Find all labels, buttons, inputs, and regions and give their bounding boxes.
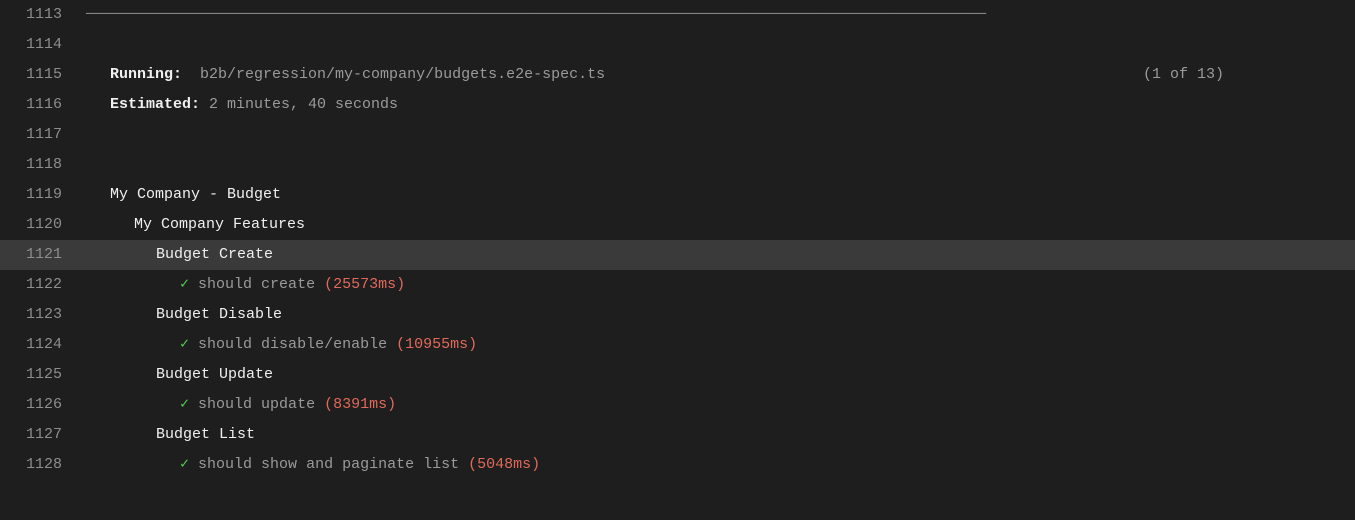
- test-group-title: Budget List: [86, 420, 255, 450]
- line-content: My Company - Budget: [84, 180, 1355, 210]
- line-number: 1119: [0, 180, 84, 210]
- log-line[interactable]: 1124✓ should disable/enable (10955ms): [0, 330, 1355, 360]
- log-line[interactable]: 1125Budget Update: [0, 360, 1355, 390]
- line-number: 1118: [0, 150, 84, 180]
- test-timing: (10955ms): [396, 336, 477, 353]
- checkmark-icon: ✓: [180, 336, 189, 353]
- line-content: ✓ should disable/enable (10955ms): [84, 330, 1355, 360]
- estimated-value: 2 minutes, 40 seconds: [209, 96, 398, 113]
- line-number: 1113: [0, 0, 84, 30]
- log-line[interactable]: 1123Budget Disable: [0, 300, 1355, 330]
- checkmark-icon: ✓: [180, 456, 189, 473]
- test-timing: (8391ms): [324, 396, 396, 413]
- line-content: Budget List: [84, 420, 1355, 450]
- log-line[interactable]: 1113────────────────────────────────────…: [0, 0, 1355, 30]
- line-number: 1128: [0, 450, 84, 480]
- test-timing: (25573ms): [324, 276, 405, 293]
- running-label: Running:: [110, 60, 182, 90]
- line-number: 1124: [0, 330, 84, 360]
- log-line[interactable]: 1119My Company - Budget: [0, 180, 1355, 210]
- log-line[interactable]: 1115Running: b2b/regression/my-company/b…: [0, 60, 1355, 90]
- line-content: ✓ should create (25573ms): [84, 270, 1355, 300]
- line-number: 1117: [0, 120, 84, 150]
- line-content: [84, 150, 1355, 180]
- line-content: Running: b2b/regression/my-company/budge…: [84, 60, 1355, 90]
- checkmark-icon: ✓: [180, 276, 189, 293]
- line-content: ✓ should update (8391ms): [84, 390, 1355, 420]
- line-number: 1115: [0, 60, 84, 90]
- test-description: should disable/enable: [198, 336, 387, 353]
- line-content: My Company Features: [84, 210, 1355, 240]
- line-number: 1114: [0, 30, 84, 60]
- test-description: should update: [198, 396, 315, 413]
- line-number: 1127: [0, 420, 84, 450]
- test-group-title: Budget Create: [86, 240, 273, 270]
- suite-title: My Company - Budget: [86, 180, 281, 210]
- spec-path: b2b/regression/my-company/budgets.e2e-sp…: [182, 60, 1143, 90]
- line-number: 1120: [0, 210, 84, 240]
- log-line[interactable]: 1128✓ should show and paginate list (504…: [0, 450, 1355, 480]
- spec-count: (1 of 13): [1143, 60, 1224, 90]
- line-number: 1125: [0, 360, 84, 390]
- log-viewer: 1113────────────────────────────────────…: [0, 0, 1355, 480]
- line-content: ────────────────────────────────────────…: [84, 0, 1355, 30]
- log-line[interactable]: 1117: [0, 120, 1355, 150]
- line-content: ✓ should show and paginate list (5048ms): [84, 450, 1355, 480]
- log-line[interactable]: 1118: [0, 150, 1355, 180]
- estimated-label: Estimated:: [110, 96, 200, 113]
- test-group-title: Budget Disable: [86, 300, 282, 330]
- line-content: [84, 120, 1355, 150]
- log-line[interactable]: 1127Budget List: [0, 420, 1355, 450]
- horizontal-rule: ────────────────────────────────────────…: [86, 6, 986, 23]
- test-description: should show and paginate list: [198, 456, 459, 473]
- test-description: should create: [198, 276, 315, 293]
- log-line[interactable]: 1121Budget Create: [0, 240, 1355, 270]
- test-group-title: Budget Update: [86, 360, 273, 390]
- line-content: Budget Create: [84, 240, 1355, 270]
- checkmark-icon: ✓: [180, 396, 189, 413]
- log-line[interactable]: 1116Estimated: 2 minutes, 40 seconds: [0, 90, 1355, 120]
- line-number: 1122: [0, 270, 84, 300]
- line-number: 1123: [0, 300, 84, 330]
- line-content: Budget Disable: [84, 300, 1355, 330]
- line-content: Budget Update: [84, 360, 1355, 390]
- line-number: 1116: [0, 90, 84, 120]
- feature-title: My Company Features: [86, 210, 305, 240]
- line-number: 1126: [0, 390, 84, 420]
- line-content: Estimated: 2 minutes, 40 seconds: [84, 90, 1355, 120]
- log-line[interactable]: 1126✓ should update (8391ms): [0, 390, 1355, 420]
- test-timing: (5048ms): [468, 456, 540, 473]
- log-line[interactable]: 1122✓ should create (25573ms): [0, 270, 1355, 300]
- line-number: 1121: [0, 240, 84, 270]
- log-line[interactable]: 1114: [0, 30, 1355, 60]
- line-content: [84, 30, 1355, 60]
- log-line[interactable]: 1120My Company Features: [0, 210, 1355, 240]
